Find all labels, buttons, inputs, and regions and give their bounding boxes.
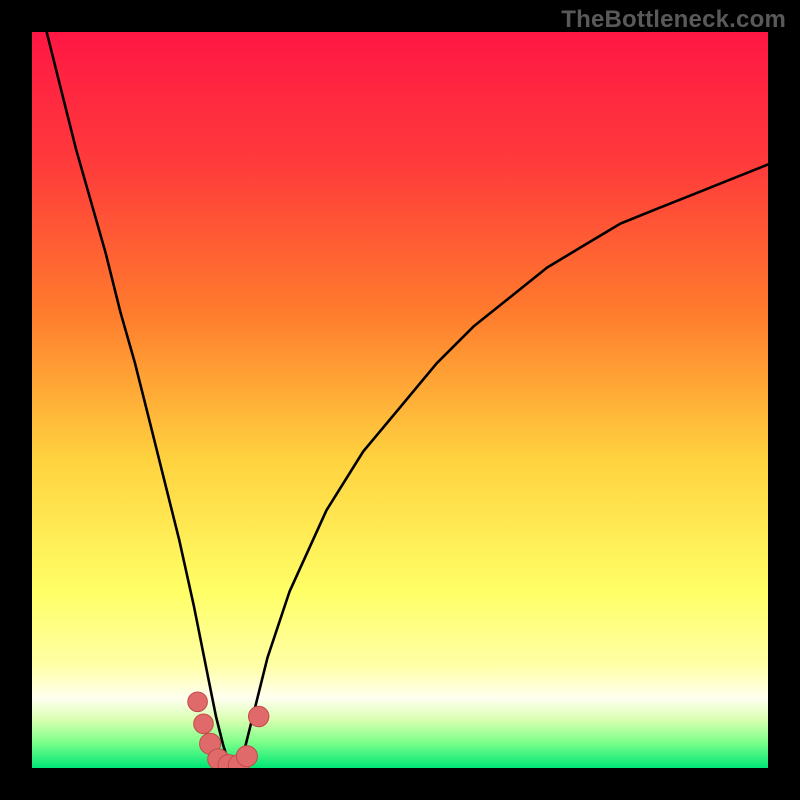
chart-frame: TheBottleneck.com <box>0 0 800 800</box>
plot-area <box>32 32 768 768</box>
watermark-text: TheBottleneck.com <box>561 6 786 34</box>
curve-marker <box>188 692 208 712</box>
curve-marker <box>249 706 269 726</box>
curve-marker <box>236 746 257 767</box>
curve-marker <box>194 714 214 734</box>
chart-svg <box>32 32 768 768</box>
